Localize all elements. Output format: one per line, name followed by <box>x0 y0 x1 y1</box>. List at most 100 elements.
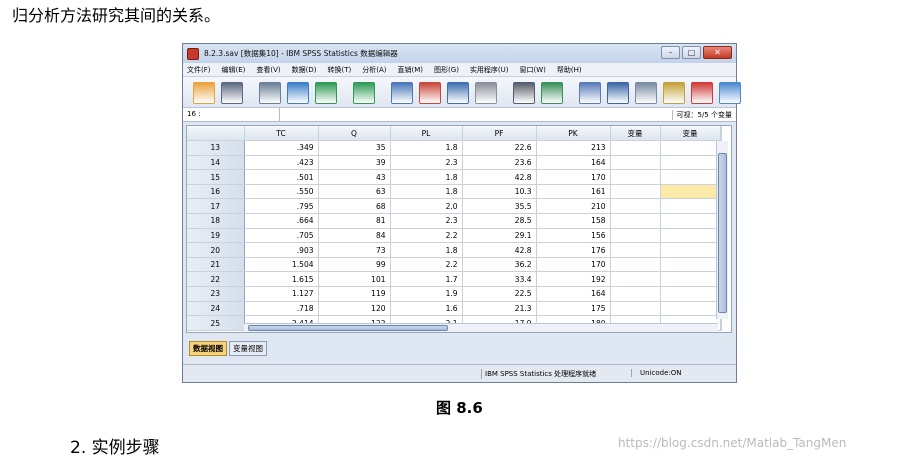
data-cell[interactable]: 161 <box>536 184 611 200</box>
grid-corner[interactable] <box>187 126 245 142</box>
menu-item[interactable]: 窗口(W) <box>520 65 546 75</box>
data-cell[interactable]: 21.3 <box>462 301 537 317</box>
data-cell[interactable]: 192 <box>536 271 611 288</box>
data-cell[interactable]: 158 <box>536 213 611 229</box>
redo-icon[interactable] <box>353 82 375 104</box>
data-cell[interactable]: .718 <box>244 301 319 317</box>
data-cell[interactable]: 42.8 <box>462 169 537 185</box>
empty-cell[interactable] <box>610 242 661 258</box>
data-cell[interactable]: .423 <box>244 155 319 171</box>
data-cell[interactable]: 120 <box>318 301 391 317</box>
empty-cell[interactable] <box>660 228 721 244</box>
empty-cell[interactable] <box>610 301 661 317</box>
empty-cell[interactable] <box>660 140 721 156</box>
row-header[interactable]: 20 <box>187 242 245 258</box>
print-icon[interactable] <box>259 82 281 104</box>
empty-cell[interactable] <box>660 198 721 215</box>
value-labels-icon[interactable] <box>691 82 713 104</box>
column-header[interactable]: Q <box>318 126 391 142</box>
row-header[interactable]: 25 <box>187 315 245 331</box>
empty-cell[interactable] <box>660 301 721 317</box>
data-cell[interactable]: 22.6 <box>462 140 537 156</box>
data-cell[interactable]: 164 <box>536 155 611 171</box>
data-cell[interactable]: 101 <box>318 271 391 288</box>
column-header[interactable]: PL <box>390 126 463 142</box>
goto-case-icon[interactable] <box>391 82 413 104</box>
row-header[interactable]: 24 <box>187 301 245 317</box>
menu-item[interactable]: 帮助(H) <box>557 65 582 75</box>
empty-cell[interactable] <box>660 213 721 229</box>
data-cell[interactable]: 35.5 <box>462 198 537 215</box>
row-header[interactable]: 14 <box>187 155 245 171</box>
data-cell[interactable]: 2.3 <box>390 155 463 171</box>
data-cell[interactable]: 2.3 <box>390 213 463 229</box>
row-header[interactable]: 16 <box>187 184 245 200</box>
horizontal-scrollbar[interactable] <box>244 323 718 332</box>
data-cell[interactable]: 23.6 <box>462 155 537 171</box>
data-cell[interactable]: 2.0 <box>390 198 463 215</box>
data-cell[interactable]: 84 <box>318 228 391 244</box>
undo-icon[interactable] <box>315 82 337 104</box>
data-cell[interactable]: 1.7 <box>390 271 463 288</box>
insert-variable-icon[interactable] <box>579 82 601 104</box>
data-cell[interactable]: 1.8 <box>390 169 463 185</box>
empty-cell[interactable] <box>610 155 661 171</box>
data-cell[interactable]: 81 <box>318 213 391 229</box>
data-cell[interactable]: 42.8 <box>462 242 537 258</box>
data-cell[interactable]: 1.6 <box>390 301 463 317</box>
empty-cell[interactable] <box>660 242 721 258</box>
menu-item[interactable]: 图形(G) <box>434 65 459 75</box>
open-icon[interactable] <box>193 82 215 104</box>
use-sets-icon[interactable] <box>719 82 741 104</box>
data-cell[interactable]: 1.8 <box>390 242 463 258</box>
empty-cell[interactable] <box>610 169 661 185</box>
horizontal-scroll-thumb[interactable] <box>248 325 448 331</box>
weight-cases-icon[interactable] <box>635 82 657 104</box>
menu-item[interactable]: 数据(D) <box>292 65 317 75</box>
row-header[interactable]: 19 <box>187 228 245 244</box>
empty-cell[interactable] <box>660 169 721 185</box>
menu-item[interactable]: 转换(T) <box>328 65 352 75</box>
tab-variable-view[interactable]: 变量视图 <box>229 341 267 356</box>
minimize-button[interactable]: – <box>661 46 680 59</box>
empty-cell[interactable] <box>660 286 721 302</box>
data-cell[interactable]: 63 <box>318 184 391 200</box>
data-cell[interactable]: 43 <box>318 169 391 185</box>
column-header[interactable]: 变量 <box>610 126 661 142</box>
data-cell[interactable]: 170 <box>536 169 611 185</box>
data-cell[interactable]: 39 <box>318 155 391 171</box>
vertical-scroll-thumb[interactable] <box>718 153 727 313</box>
data-cell[interactable]: 1.8 <box>390 184 463 200</box>
row-header[interactable]: 22 <box>187 271 245 288</box>
data-cell[interactable]: 29.1 <box>462 228 537 244</box>
data-cell[interactable]: .349 <box>244 140 319 156</box>
data-cell[interactable]: 1.504 <box>244 257 319 273</box>
menu-item[interactable]: 分析(A) <box>362 65 386 75</box>
title-bar[interactable]: 8.2.3.sav [数据集10] - IBM SPSS Statistics … <box>183 44 736 63</box>
data-cell[interactable]: 1.8 <box>390 140 463 156</box>
data-cell[interactable]: 1.615 <box>244 271 319 288</box>
data-cell[interactable]: 1.127 <box>244 286 319 302</box>
row-header[interactable]: 15 <box>187 169 245 185</box>
data-cell[interactable]: 119 <box>318 286 391 302</box>
row-header[interactable]: 23 <box>187 286 245 302</box>
empty-cell[interactable] <box>610 140 661 156</box>
menu-item[interactable]: 编辑(E) <box>222 65 246 75</box>
data-cell[interactable]: 156 <box>536 228 611 244</box>
column-header[interactable]: PF <box>462 126 537 142</box>
empty-cell[interactable] <box>660 257 721 273</box>
data-cell[interactable]: 22.5 <box>462 286 537 302</box>
insert-cases-icon[interactable] <box>541 82 563 104</box>
data-cell[interactable]: .705 <box>244 228 319 244</box>
empty-cell[interactable] <box>610 198 661 215</box>
data-cell[interactable]: 170 <box>536 257 611 273</box>
data-cell[interactable]: .795 <box>244 198 319 215</box>
data-cell[interactable]: 68 <box>318 198 391 215</box>
menu-item[interactable]: 文件(F) <box>187 65 211 75</box>
menu-item[interactable]: 直销(M) <box>398 65 424 75</box>
menu-item[interactable]: 实用程序(U) <box>470 65 509 75</box>
column-header[interactable]: PK <box>536 126 611 142</box>
data-cell[interactable]: 175 <box>536 301 611 317</box>
data-cell[interactable]: 176 <box>536 242 611 258</box>
data-cell[interactable]: .664 <box>244 213 319 229</box>
